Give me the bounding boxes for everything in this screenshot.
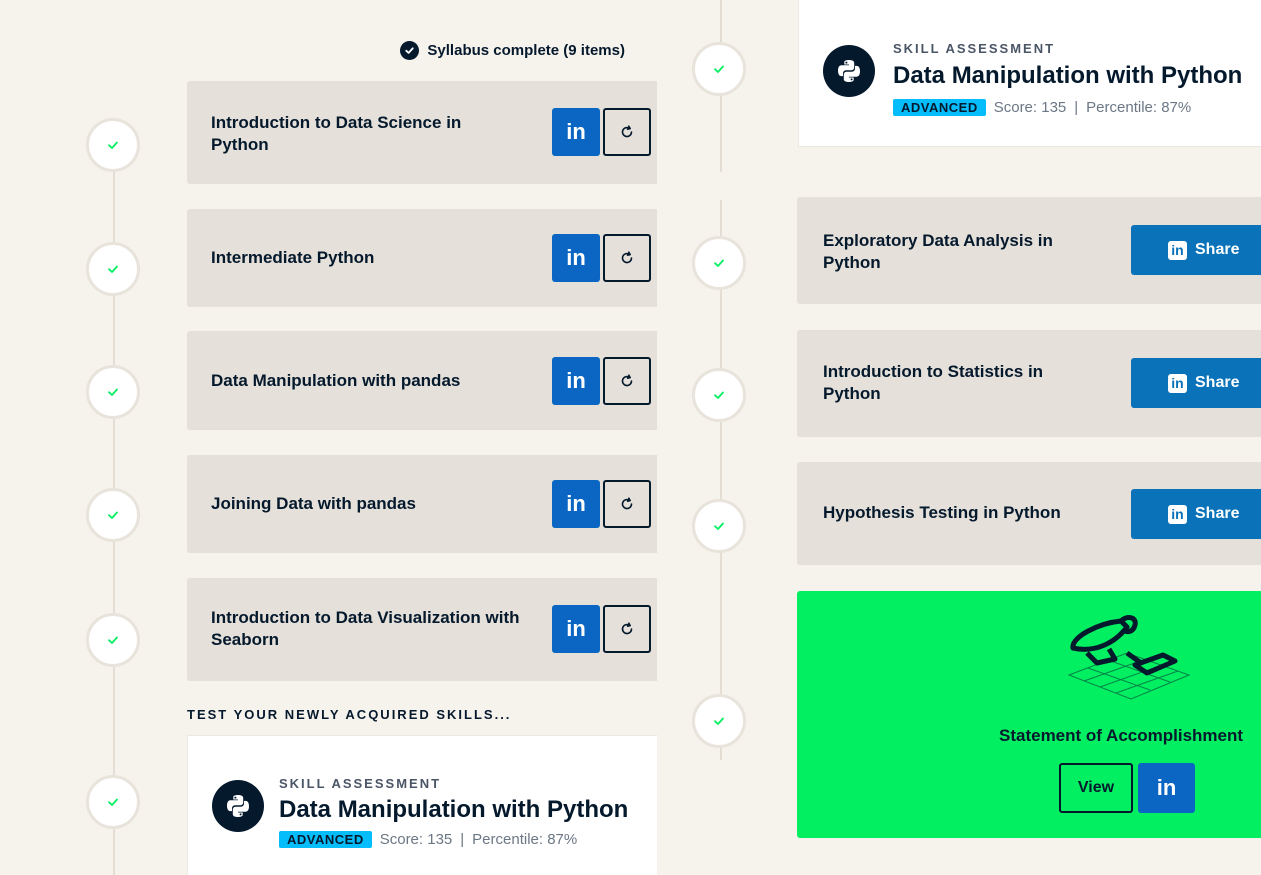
- assessment-meta: ADVANCED Score: 135 | Percentile: 87%: [279, 831, 577, 848]
- skill-assessment-card[interactable]: SKILL ASSESSMENT Data Manipulation with …: [187, 735, 657, 875]
- completed-check-icon: [86, 613, 140, 667]
- course-card[interactable]: Introduction to Statistics in Python in …: [797, 330, 1261, 437]
- linkedin-share-button[interactable]: in Share: [1131, 225, 1261, 275]
- share-label: Share: [1195, 505, 1240, 522]
- assessment-title[interactable]: Data Manipulation with Python: [279, 796, 628, 824]
- assessment-meta: ADVANCED Score: 135 | Percentile: 87%: [893, 99, 1191, 116]
- refresh-icon: [621, 622, 633, 635]
- completed-check-icon: [692, 368, 746, 422]
- percentile-text: Percentile: 87%: [1086, 99, 1192, 116]
- linkedin-icon: in: [1168, 504, 1187, 524]
- completed-check-icon: [692, 236, 746, 290]
- linkedin-share-button[interactable]: in: [552, 357, 600, 405]
- level-badge: ADVANCED: [279, 831, 372, 848]
- trophy-icon: [1067, 615, 1191, 700]
- refresh-icon: [621, 374, 633, 387]
- course-card[interactable]: Introduction to Data Visualization with …: [187, 578, 657, 681]
- python-logo-icon: [212, 780, 264, 832]
- retake-button[interactable]: [603, 234, 651, 282]
- retake-button[interactable]: [603, 480, 651, 528]
- linkedin-share-button[interactable]: in: [552, 605, 600, 653]
- completed-check-icon: [86, 488, 140, 542]
- completed-check-icon: [86, 118, 140, 172]
- share-label: Share: [1195, 374, 1240, 391]
- course-card[interactable]: Data Manipulation with pandas in: [187, 331, 657, 430]
- retake-button[interactable]: [603, 605, 651, 653]
- percentile-text: Percentile: 87%: [472, 831, 578, 848]
- linkedin-icon: in: [1168, 373, 1187, 393]
- assessment-title[interactable]: Data Manipulation with Python: [893, 62, 1242, 90]
- course-title[interactable]: Data Manipulation with pandas: [211, 370, 531, 392]
- retake-button[interactable]: [603, 108, 651, 156]
- course-title[interactable]: Intermediate Python: [211, 247, 511, 269]
- linkedin-share-button[interactable]: in: [552, 234, 600, 282]
- course-title[interactable]: Hypothesis Testing in Python: [823, 502, 1123, 524]
- view-button[interactable]: View: [1059, 763, 1133, 813]
- check-circle-icon: [400, 41, 420, 60]
- right-pane: SKILL ASSESSMENT Data Manipulation with …: [657, 0, 1261, 875]
- course-title[interactable]: Introduction to Data Science in Python: [211, 112, 511, 156]
- completed-check-icon: [86, 775, 140, 829]
- left-pane: Syllabus complete (9 items) Introduction…: [0, 0, 657, 875]
- course-card[interactable]: Introduction to Data Science in Python i…: [187, 81, 657, 184]
- syllabus-status: Syllabus complete (9 items): [400, 41, 625, 60]
- completed-check-icon: [692, 694, 746, 748]
- python-logo-icon: [823, 45, 875, 97]
- retake-button[interactable]: [603, 357, 651, 405]
- course-title[interactable]: Exploratory Data Analysis in Python: [823, 230, 1103, 274]
- course-card[interactable]: Hypothesis Testing in Python in Share: [797, 462, 1261, 565]
- accomplishment-title: Statement of Accomplishment: [999, 726, 1244, 745]
- completed-check-icon: [86, 365, 140, 419]
- course-card[interactable]: Exploratory Data Analysis in Python in S…: [797, 197, 1261, 304]
- accomplishment-card: Statement of Accomplishment View in: [797, 591, 1261, 838]
- course-title[interactable]: Introduction to Data Visualization with …: [211, 607, 521, 651]
- syllabus-status-text: Syllabus complete (9 items): [427, 42, 625, 59]
- score-text: Score: 135: [379, 831, 453, 848]
- completed-check-icon: [692, 42, 746, 96]
- refresh-icon: [621, 125, 633, 138]
- assessment-label: SKILL ASSESSMENT: [893, 41, 1056, 56]
- linkedin-share-button[interactable]: in Share: [1131, 358, 1261, 408]
- course-card[interactable]: Joining Data with pandas in: [187, 455, 657, 553]
- completed-check-icon: [86, 242, 140, 296]
- refresh-icon: [621, 251, 633, 264]
- course-title[interactable]: Introduction to Statistics in Python: [823, 361, 1103, 405]
- assessment-label: SKILL ASSESSMENT: [279, 776, 442, 791]
- score-text: Score: 135: [993, 99, 1067, 116]
- linkedin-share-button[interactable]: in: [552, 480, 600, 528]
- linkedin-share-button[interactable]: in Share: [1131, 489, 1261, 539]
- linkedin-share-button[interactable]: in: [1138, 763, 1195, 813]
- refresh-icon: [621, 497, 633, 510]
- separator: |: [1074, 99, 1079, 116]
- separator: |: [460, 831, 465, 848]
- linkedin-share-button[interactable]: in: [552, 108, 600, 156]
- skill-assessment-card[interactable]: SKILL ASSESSMENT Data Manipulation with …: [798, 0, 1261, 147]
- section-heading: TEST YOUR NEWLY ACQUIRED SKILLS...: [187, 707, 512, 722]
- level-badge: ADVANCED: [893, 99, 986, 116]
- linkedin-icon: in: [1168, 240, 1187, 260]
- share-label: Share: [1195, 241, 1240, 258]
- completed-check-icon: [692, 499, 746, 553]
- course-title[interactable]: Joining Data with pandas: [211, 493, 531, 515]
- course-card[interactable]: Intermediate Python in: [187, 209, 657, 307]
